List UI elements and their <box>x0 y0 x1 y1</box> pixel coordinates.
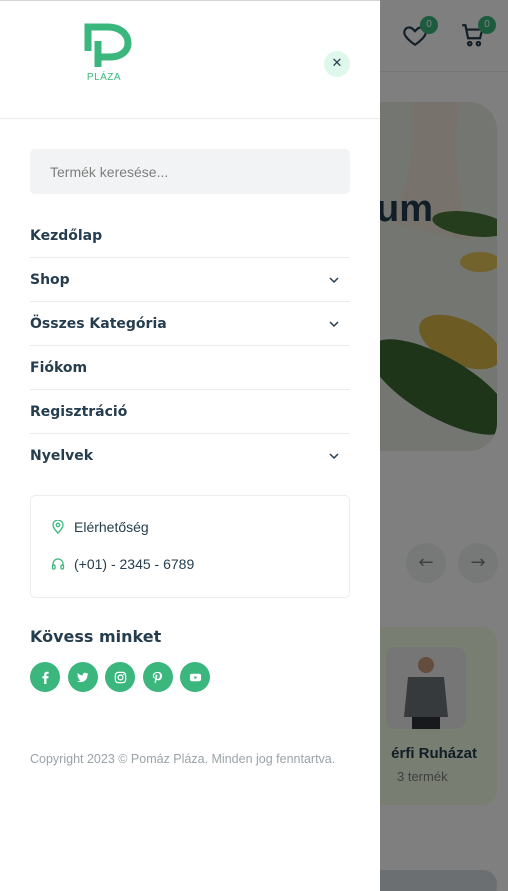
mobile-menu-drawer: PLÁZA ✕ Kezdőlap Shop Összes Kategória F… <box>0 0 380 891</box>
facebook-icon[interactable] <box>30 662 60 692</box>
main-menu: Kezdőlap Shop Összes Kategória Fiókom Re… <box>30 214 350 478</box>
menu-item-label: Kezdőlap <box>30 227 103 244</box>
menu-item-shop[interactable]: Shop <box>30 258 350 302</box>
map-pin-icon <box>52 520 64 534</box>
social-links <box>30 662 218 692</box>
drawer-header: PLÁZA ✕ <box>0 1 380 119</box>
instagram-icon[interactable] <box>105 662 135 692</box>
logo-text: PLÁZA <box>86 72 122 83</box>
chevron-down-icon[interactable] <box>328 450 340 462</box>
twitter-icon[interactable] <box>67 662 98 692</box>
contact-box: Elérhetőség (+01) - 2345 - 6789 <box>30 495 350 598</box>
menu-item-label: Összes Kategória <box>30 315 167 332</box>
menu-item-register[interactable]: Regisztráció <box>30 390 350 434</box>
chevron-down-icon[interactable] <box>328 318 340 330</box>
pinterest-icon[interactable] <box>142 662 173 692</box>
follow-us-heading: Kövess minket <box>30 627 162 646</box>
logo-mark-icon <box>84 23 132 67</box>
close-button[interactable]: ✕ <box>324 51 350 77</box>
site-logo[interactable]: PLÁZA <box>84 23 132 87</box>
contact-phone[interactable]: (+01) - 2345 - 6789 <box>51 556 194 572</box>
menu-item-label: Regisztráció <box>30 403 128 420</box>
menu-item-categories[interactable]: Összes Kategória <box>30 302 350 346</box>
contact-location-label: Elérhetőség <box>74 519 149 535</box>
contact-phone-number: (+01) - 2345 - 6789 <box>74 556 195 572</box>
menu-item-languages[interactable]: Nyelvek <box>30 434 350 478</box>
youtube-icon[interactable] <box>180 662 210 692</box>
menu-item-label: Nyelvek <box>30 448 94 464</box>
menu-item-home[interactable]: Kezdőlap <box>30 214 350 258</box>
copyright-text: Copyright 2023 © Pomáz Pláza. Minden jog… <box>30 752 336 766</box>
menu-item-label: Fiókom <box>30 359 88 376</box>
chevron-down-icon[interactable] <box>328 274 340 286</box>
headset-icon <box>51 558 65 570</box>
menu-item-account[interactable]: Fiókom <box>30 346 350 390</box>
contact-location[interactable]: Elérhetőség <box>51 519 149 535</box>
menu-item-label: Shop <box>30 271 70 288</box>
search-input[interactable] <box>30 149 350 194</box>
